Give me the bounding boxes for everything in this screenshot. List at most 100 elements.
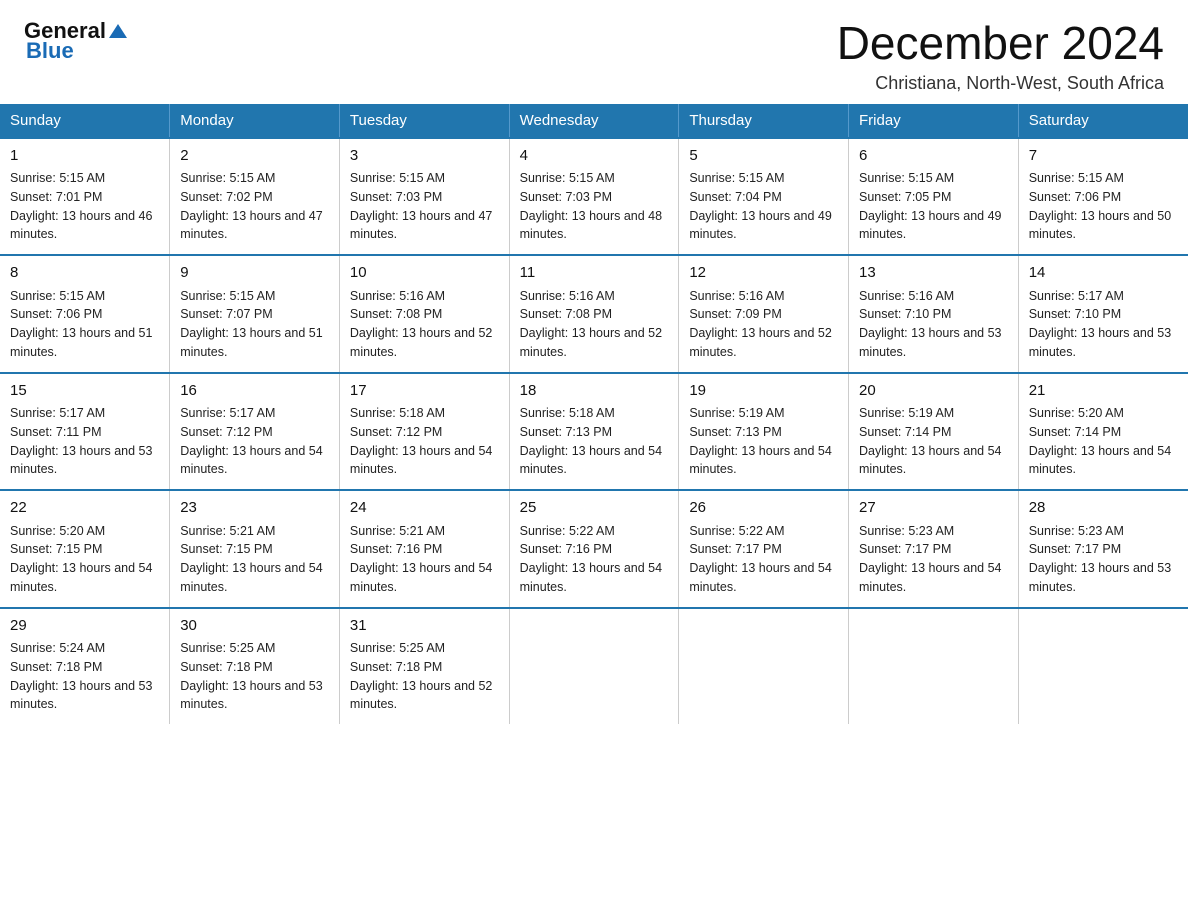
day-number: 17 (350, 380, 499, 403)
calendar-cell: 17 Sunrise: 5:18 AM Sunset: 7:12 PM Dayl… (339, 373, 509, 491)
day-info: Sunrise: 5:18 AM Sunset: 7:12 PM Dayligh… (350, 404, 499, 479)
header-tuesday: Tuesday (339, 104, 509, 138)
day-number: 20 (859, 380, 1008, 403)
day-info: Sunrise: 5:16 AM Sunset: 7:08 PM Dayligh… (350, 287, 499, 362)
calendar-cell: 31 Sunrise: 5:25 AM Sunset: 7:18 PM Dayl… (339, 608, 509, 725)
header-saturday: Saturday (1018, 104, 1188, 138)
calendar-cell: 23 Sunrise: 5:21 AM Sunset: 7:15 PM Dayl… (170, 490, 340, 608)
day-number: 31 (350, 615, 499, 638)
day-number: 16 (180, 380, 329, 403)
day-info: Sunrise: 5:15 AM Sunset: 7:03 PM Dayligh… (350, 169, 499, 244)
calendar-cell: 18 Sunrise: 5:18 AM Sunset: 7:13 PM Dayl… (509, 373, 679, 491)
calendar-cell (849, 608, 1019, 725)
day-info: Sunrise: 5:25 AM Sunset: 7:18 PM Dayligh… (350, 639, 499, 714)
header-friday: Friday (849, 104, 1019, 138)
calendar-cell: 15 Sunrise: 5:17 AM Sunset: 7:11 PM Dayl… (0, 373, 170, 491)
day-number: 1 (10, 145, 159, 168)
day-number: 10 (350, 262, 499, 285)
day-number: 29 (10, 615, 159, 638)
calendar-cell (509, 608, 679, 725)
day-info: Sunrise: 5:15 AM Sunset: 7:04 PM Dayligh… (689, 169, 838, 244)
calendar-cell: 22 Sunrise: 5:20 AM Sunset: 7:15 PM Dayl… (0, 490, 170, 608)
calendar-cell: 2 Sunrise: 5:15 AM Sunset: 7:02 PM Dayli… (170, 138, 340, 256)
calendar-table: Sunday Monday Tuesday Wednesday Thursday… (0, 104, 1188, 725)
day-number: 23 (180, 497, 329, 520)
header-sunday: Sunday (0, 104, 170, 138)
logo: General Blue (24, 18, 127, 64)
calendar-cell: 19 Sunrise: 5:19 AM Sunset: 7:13 PM Dayl… (679, 373, 849, 491)
calendar-cell: 16 Sunrise: 5:17 AM Sunset: 7:12 PM Dayl… (170, 373, 340, 491)
day-number: 13 (859, 262, 1008, 285)
day-number: 30 (180, 615, 329, 638)
day-number: 25 (520, 497, 669, 520)
calendar-cell: 13 Sunrise: 5:16 AM Sunset: 7:10 PM Dayl… (849, 255, 1019, 373)
day-info: Sunrise: 5:24 AM Sunset: 7:18 PM Dayligh… (10, 639, 159, 714)
calendar-cell (679, 608, 849, 725)
day-number: 3 (350, 145, 499, 168)
calendar-cell: 29 Sunrise: 5:24 AM Sunset: 7:18 PM Dayl… (0, 608, 170, 725)
calendar-header-row: Sunday Monday Tuesday Wednesday Thursday… (0, 104, 1188, 138)
calendar-cell: 28 Sunrise: 5:23 AM Sunset: 7:17 PM Dayl… (1018, 490, 1188, 608)
day-info: Sunrise: 5:15 AM Sunset: 7:06 PM Dayligh… (10, 287, 159, 362)
calendar-week-4: 22 Sunrise: 5:20 AM Sunset: 7:15 PM Dayl… (0, 490, 1188, 608)
day-info: Sunrise: 5:20 AM Sunset: 7:14 PM Dayligh… (1029, 404, 1178, 479)
day-number: 21 (1029, 380, 1178, 403)
calendar-cell: 9 Sunrise: 5:15 AM Sunset: 7:07 PM Dayli… (170, 255, 340, 373)
calendar-cell: 14 Sunrise: 5:17 AM Sunset: 7:10 PM Dayl… (1018, 255, 1188, 373)
day-info: Sunrise: 5:22 AM Sunset: 7:16 PM Dayligh… (520, 522, 669, 597)
day-number: 15 (10, 380, 159, 403)
calendar-cell: 3 Sunrise: 5:15 AM Sunset: 7:03 PM Dayli… (339, 138, 509, 256)
day-number: 19 (689, 380, 838, 403)
day-info: Sunrise: 5:21 AM Sunset: 7:15 PM Dayligh… (180, 522, 329, 597)
day-number: 28 (1029, 497, 1178, 520)
day-info: Sunrise: 5:16 AM Sunset: 7:10 PM Dayligh… (859, 287, 1008, 362)
calendar-week-3: 15 Sunrise: 5:17 AM Sunset: 7:11 PM Dayl… (0, 373, 1188, 491)
calendar-cell: 21 Sunrise: 5:20 AM Sunset: 7:14 PM Dayl… (1018, 373, 1188, 491)
calendar-cell: 7 Sunrise: 5:15 AM Sunset: 7:06 PM Dayli… (1018, 138, 1188, 256)
calendar-cell: 25 Sunrise: 5:22 AM Sunset: 7:16 PM Dayl… (509, 490, 679, 608)
day-number: 5 (689, 145, 838, 168)
title-block: December 2024 Christiana, North-West, So… (837, 18, 1164, 94)
calendar-cell (1018, 608, 1188, 725)
day-number: 24 (350, 497, 499, 520)
day-number: 27 (859, 497, 1008, 520)
day-info: Sunrise: 5:15 AM Sunset: 7:06 PM Dayligh… (1029, 169, 1178, 244)
header-monday: Monday (170, 104, 340, 138)
day-info: Sunrise: 5:15 AM Sunset: 7:02 PM Dayligh… (180, 169, 329, 244)
day-info: Sunrise: 5:17 AM Sunset: 7:10 PM Dayligh… (1029, 287, 1178, 362)
logo-text-blue: Blue (26, 38, 74, 63)
calendar-cell: 8 Sunrise: 5:15 AM Sunset: 7:06 PM Dayli… (0, 255, 170, 373)
day-number: 26 (689, 497, 838, 520)
day-number: 8 (10, 262, 159, 285)
calendar-cell: 5 Sunrise: 5:15 AM Sunset: 7:04 PM Dayli… (679, 138, 849, 256)
day-info: Sunrise: 5:23 AM Sunset: 7:17 PM Dayligh… (859, 522, 1008, 597)
day-info: Sunrise: 5:18 AM Sunset: 7:13 PM Dayligh… (520, 404, 669, 479)
calendar-cell: 6 Sunrise: 5:15 AM Sunset: 7:05 PM Dayli… (849, 138, 1019, 256)
day-info: Sunrise: 5:25 AM Sunset: 7:18 PM Dayligh… (180, 639, 329, 714)
day-info: Sunrise: 5:16 AM Sunset: 7:09 PM Dayligh… (689, 287, 838, 362)
calendar-title: December 2024 (837, 18, 1164, 69)
calendar-week-1: 1 Sunrise: 5:15 AM Sunset: 7:01 PM Dayli… (0, 138, 1188, 256)
header-thursday: Thursday (679, 104, 849, 138)
day-info: Sunrise: 5:19 AM Sunset: 7:14 PM Dayligh… (859, 404, 1008, 479)
day-info: Sunrise: 5:15 AM Sunset: 7:05 PM Dayligh… (859, 169, 1008, 244)
day-number: 9 (180, 262, 329, 285)
day-number: 22 (10, 497, 159, 520)
day-number: 4 (520, 145, 669, 168)
calendar-cell: 20 Sunrise: 5:19 AM Sunset: 7:14 PM Dayl… (849, 373, 1019, 491)
calendar-cell: 10 Sunrise: 5:16 AM Sunset: 7:08 PM Dayl… (339, 255, 509, 373)
day-number: 6 (859, 145, 1008, 168)
day-info: Sunrise: 5:23 AM Sunset: 7:17 PM Dayligh… (1029, 522, 1178, 597)
day-info: Sunrise: 5:21 AM Sunset: 7:16 PM Dayligh… (350, 522, 499, 597)
calendar-subtitle: Christiana, North-West, South Africa (837, 73, 1164, 94)
calendar-week-5: 29 Sunrise: 5:24 AM Sunset: 7:18 PM Dayl… (0, 608, 1188, 725)
day-number: 12 (689, 262, 838, 285)
calendar-cell: 1 Sunrise: 5:15 AM Sunset: 7:01 PM Dayli… (0, 138, 170, 256)
day-info: Sunrise: 5:19 AM Sunset: 7:13 PM Dayligh… (689, 404, 838, 479)
calendar-cell: 27 Sunrise: 5:23 AM Sunset: 7:17 PM Dayl… (849, 490, 1019, 608)
day-number: 18 (520, 380, 669, 403)
day-info: Sunrise: 5:16 AM Sunset: 7:08 PM Dayligh… (520, 287, 669, 362)
day-number: 7 (1029, 145, 1178, 168)
calendar-cell: 26 Sunrise: 5:22 AM Sunset: 7:17 PM Dayl… (679, 490, 849, 608)
calendar-cell: 11 Sunrise: 5:16 AM Sunset: 7:08 PM Dayl… (509, 255, 679, 373)
